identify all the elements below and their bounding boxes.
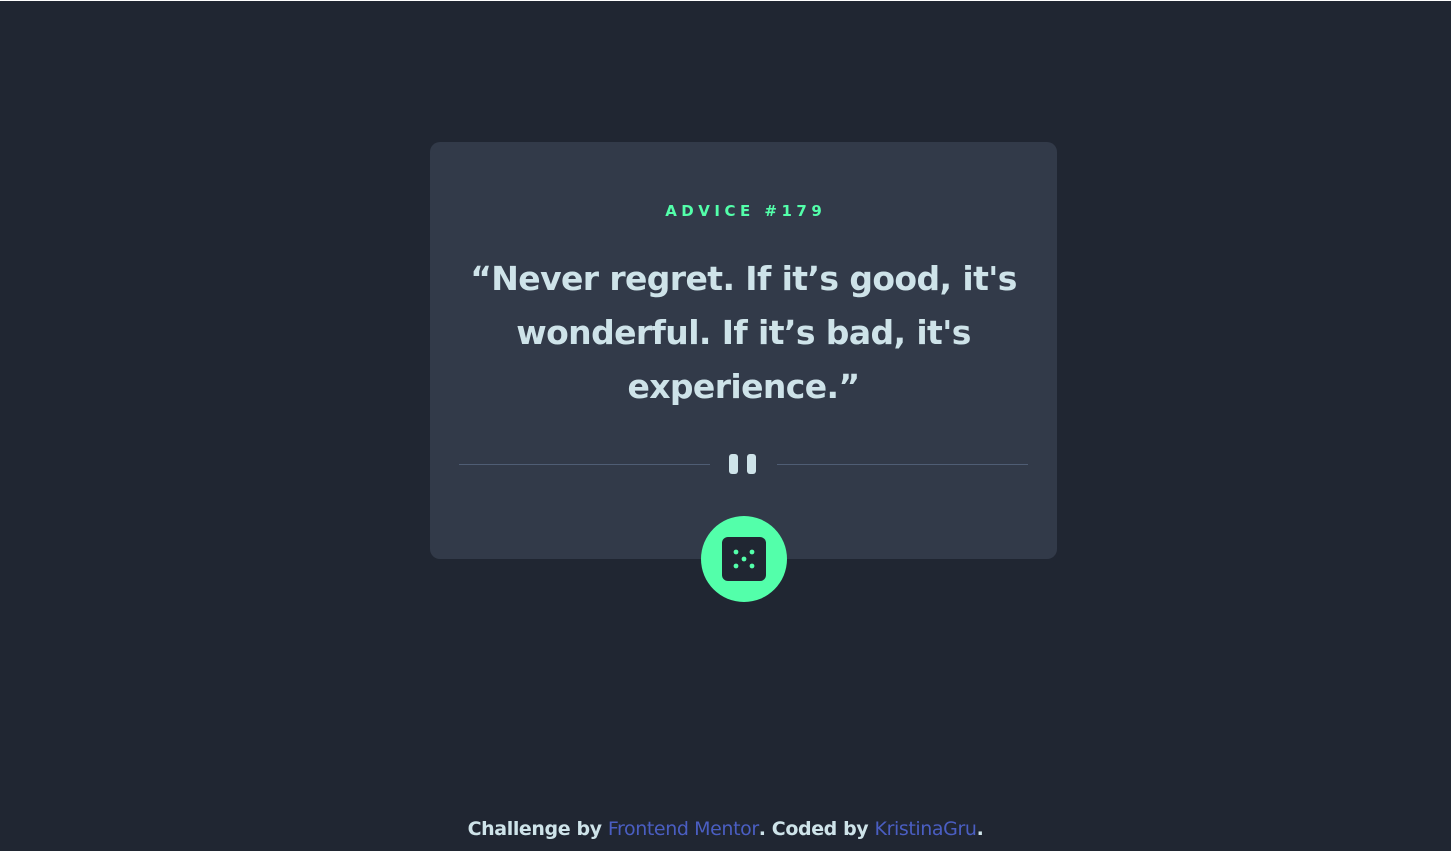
footer-prefix: Challenge by	[467, 818, 602, 840]
pause-icon	[729, 454, 757, 474]
divider	[459, 448, 1028, 480]
dice-icon	[722, 537, 766, 581]
pause-bar-right	[747, 454, 756, 474]
attribution-footer: Challenge by Frontend Mentor. Coded by K…	[0, 818, 1451, 840]
top-border	[0, 0, 1451, 1]
advice-id-label: ADVICE #179	[665, 202, 827, 220]
advice-card: ADVICE #179 “Never regret. If it’s good,…	[430, 142, 1057, 559]
author-link[interactable]: KristinaGru	[875, 818, 977, 840]
advice-quote: “Never regret. If it’s good, it's wonder…	[470, 259, 1017, 406]
frontend-mentor-link[interactable]: Frontend Mentor	[608, 818, 759, 840]
footer-middle: . Coded by	[758, 818, 869, 840]
divider-line-right	[777, 464, 1028, 465]
new-advice-button[interactable]	[701, 516, 787, 602]
pause-bar-left	[729, 454, 738, 474]
divider-line-left	[459, 464, 710, 465]
footer-suffix: .	[976, 818, 984, 840]
